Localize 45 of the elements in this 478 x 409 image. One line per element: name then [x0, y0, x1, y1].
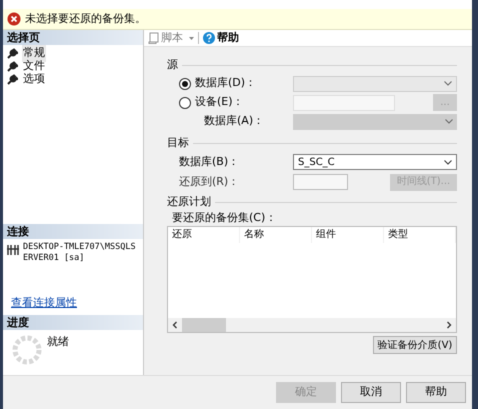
field-label: 要还原的备份集(C)： — [172, 210, 276, 226]
chevron-down-icon — [444, 81, 452, 86]
device-field[interactable] — [293, 94, 395, 110]
radio-icon — [179, 96, 191, 108]
column-header[interactable]: 组件 — [312, 227, 384, 243]
error-message: 未选择要还原的备份集。 — [25, 10, 146, 27]
group-header: 目标 — [167, 134, 189, 151]
section-header: 选择页 — [3, 30, 143, 45]
column-header[interactable]: 名称 — [240, 227, 312, 243]
connection-icon — [7, 245, 19, 255]
backup-sets-table[interactable]: 还原 名称 组件 类型 — [167, 226, 457, 333]
dialog-button[interactable]: 取消 — [341, 382, 401, 403]
field-label: 还原到(R)： — [179, 174, 240, 190]
scroll-icon — [148, 32, 159, 44]
database-dropdown[interactable]: S_SC_C — [293, 154, 457, 170]
field-label: 数据库(B)： — [179, 154, 240, 170]
connection-properties-link[interactable]: 查看连接属性 — [11, 296, 77, 309]
radio-icon — [179, 78, 191, 90]
error-icon — [7, 12, 21, 26]
chevron-down-icon — [445, 119, 453, 124]
verify-media-button[interactable]: 验证备份介质(V) — [373, 336, 457, 354]
dialog-button[interactable]: 帮助 — [406, 382, 466, 403]
column-header[interactable]: 还原 — [168, 227, 240, 243]
scrollbar-thumb[interactable] — [182, 318, 226, 332]
help-button[interactable]: 帮助 — [203, 30, 239, 46]
column-header[interactable]: 类型 — [384, 227, 456, 243]
field-label: 数据库(A)： — [204, 113, 266, 130]
dropdown-arrow-icon — [189, 36, 194, 40]
group-header: 还原计划 — [167, 194, 211, 210]
wrench-icon — [7, 48, 18, 59]
device-radio[interactable]: 设备(E)： — [179, 94, 293, 111]
spinner-icon — [11, 334, 43, 366]
script-button[interactable]: 脚本 — [148, 30, 194, 46]
section-header: 连接 — [3, 224, 143, 239]
database-radio[interactable]: 数据库(D)： — [179, 75, 293, 92]
section-header: 进度 — [3, 315, 143, 330]
horizontal-scrollbar[interactable] — [168, 318, 456, 332]
restore-to-field[interactable] — [293, 174, 348, 190]
server-name: DESKTOP-TMLE707\MSSQLSERVER01 [sa] — [23, 242, 137, 265]
group-header: 源 — [167, 56, 178, 73]
chevron-down-icon — [444, 160, 452, 164]
wrench-icon — [7, 74, 18, 85]
sidebar-item[interactable]: 选项 — [22, 71, 46, 88]
progress-status: 就绪 — [47, 334, 69, 350]
wrench-icon — [7, 61, 18, 72]
